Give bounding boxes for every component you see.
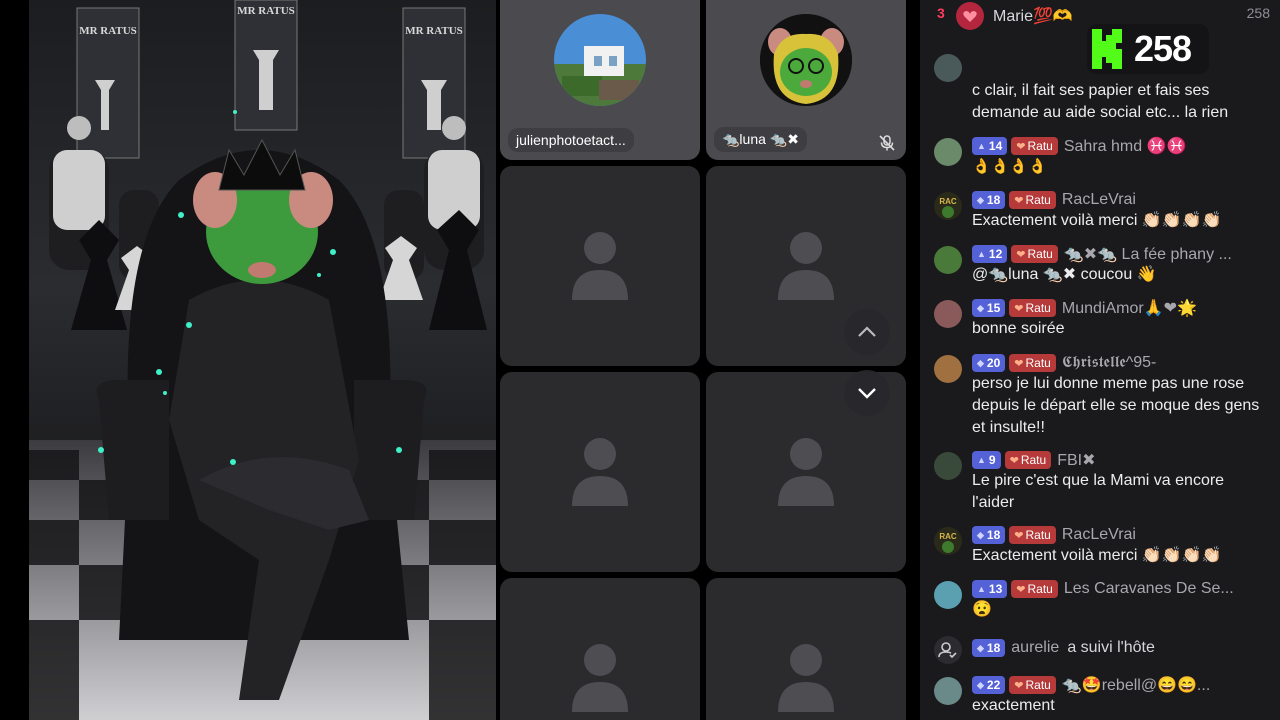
chat-message: RAC ◆ 18 ❤ Ratu RacLeVrai Exactement voilà… bbox=[920, 525, 1280, 573]
follow-avatar bbox=[934, 636, 962, 664]
person-placeholder-icon bbox=[572, 644, 628, 712]
kick-logo-icon bbox=[1092, 29, 1122, 69]
person-placeholder-icon bbox=[572, 438, 628, 506]
user-avatar bbox=[934, 54, 962, 82]
user-avatar: RAC bbox=[934, 527, 962, 555]
scroll-down-button[interactable] bbox=[844, 370, 890, 416]
message-text: Le pire c'est que la Mami va encore l'ai… bbox=[972, 472, 1225, 511]
top-gifter-avatar bbox=[956, 2, 984, 30]
username[interactable]: MundiAmor🙏❤🌟 bbox=[1062, 298, 1197, 318]
username[interactable]: Sahra hmd ♓♓ bbox=[1064, 136, 1187, 156]
user-avatar bbox=[934, 138, 962, 166]
empty-slot[interactable] bbox=[706, 578, 906, 720]
username[interactable]: RacLeVrai bbox=[1062, 526, 1136, 544]
level-badge: ◆ 18 bbox=[972, 526, 1006, 544]
chevron-down-icon bbox=[858, 388, 876, 399]
message-text: Exactement voilà merci 👏🏻👏🏻👏🏻👏🏻 bbox=[972, 212, 1222, 229]
banner-right-text: MR RATUS bbox=[405, 25, 463, 37]
viewer-count: 258 bbox=[1246, 5, 1270, 21]
fan-badge: ❤ Ratu bbox=[1011, 245, 1058, 263]
fan-badge: ❤ Ratu bbox=[1004, 451, 1052, 469]
mic-muted-icon bbox=[879, 135, 895, 151]
fan-badge: ❤ Ratu bbox=[1011, 137, 1058, 155]
username[interactable]: aurelie bbox=[1011, 639, 1059, 657]
level-badge: ◆ 22 bbox=[972, 676, 1006, 694]
banner-center-text: MR RATUS bbox=[237, 5, 295, 17]
guest-tile-luna[interactable]: 🐀luna 🐀✖ bbox=[706, 0, 906, 160]
chat-message: ▲ 9 ❤ Ratu FBI✖ Le pire c'est que la Mami … bbox=[920, 450, 1280, 520]
user-avatar bbox=[934, 300, 962, 328]
username[interactable]: RacLeVrai bbox=[1062, 191, 1136, 209]
fan-badge: ❤ Ratu bbox=[1009, 526, 1056, 544]
host-video-artwork: MR RATUS MR RATUS MR RATUS bbox=[29, 0, 496, 720]
level-badge: ▲ 13 bbox=[972, 580, 1008, 598]
person-placeholder-icon bbox=[778, 232, 834, 300]
level-badge: ▲ 12 bbox=[972, 245, 1008, 263]
empty-slot[interactable] bbox=[500, 166, 700, 366]
message-text: 😧 bbox=[972, 601, 992, 618]
chat-message: RAC ◆ 18 ❤ Ratu RacLeVrai Exactement voilà… bbox=[920, 190, 1280, 238]
person-placeholder-icon bbox=[778, 644, 834, 712]
guest-name-luna: 🐀luna 🐀✖ bbox=[714, 127, 807, 152]
message-text: perso je lui donne meme pas une rose dep… bbox=[972, 375, 1260, 436]
follow-action-text: a suivi l'hôte bbox=[1067, 639, 1155, 656]
username[interactable]: 🐀✖🐀 La fée phany ... bbox=[1064, 244, 1232, 264]
chat-message: ◆ 15 ❤ Ratu MundiAmor🙏❤🌟 bonne soirée bbox=[920, 298, 1280, 346]
top-rank: 3 bbox=[937, 5, 945, 21]
message-text: bonne soirée bbox=[972, 320, 1065, 337]
scroll-up-button[interactable] bbox=[844, 309, 890, 355]
chat-panel[interactable]: 3 Marie💯🫶 258 258 c clair, il fait ses p… bbox=[920, 0, 1280, 720]
empty-slot[interactable] bbox=[500, 578, 700, 720]
empty-slot[interactable] bbox=[500, 372, 700, 572]
level-badge: ▲ 9 bbox=[972, 451, 1001, 469]
svg-text:RAC: RAC bbox=[939, 197, 957, 206]
chat-message: ▲ 12 ❤ Ratu 🐀✖🐀 La fée phany ... @🐀luna 🐀✖… bbox=[920, 244, 1280, 292]
chat-message: ▲ 13 ❤ Ratu Les Caravanes De Se... 😧 bbox=[920, 579, 1280, 627]
user-avatar bbox=[934, 452, 962, 480]
message-text: @🐀luna 🐀✖ coucou 👋 bbox=[972, 266, 1157, 283]
level-badge: ◆ 18 bbox=[972, 191, 1006, 209]
user-follow-icon bbox=[938, 642, 957, 659]
username[interactable]: 🐀🤩rebell@😄😄... bbox=[1062, 675, 1210, 695]
level-badge: ▲ 14 bbox=[972, 137, 1008, 155]
level-badge: ◆ 15 bbox=[972, 299, 1006, 317]
guest-avatar-julien bbox=[554, 14, 646, 106]
guest-tile-julien[interactable]: julienphotoetact... bbox=[500, 0, 700, 160]
message-text: 👌👌👌👌 bbox=[972, 158, 1047, 175]
level-badge: ◆ 18 bbox=[972, 639, 1006, 657]
person-placeholder-icon bbox=[572, 232, 628, 300]
chat-message: ◆ 20 ❤ Ratu 𝕮𝖍𝖗𝖎𝖘𝖙𝖊𝖑𝖑𝖊^95- perso je lui do… bbox=[920, 353, 1280, 443]
user-avatar bbox=[934, 246, 962, 274]
chat-message: ◆ 22 ❤ Ratu 🐀🤩rebell@😄😄... exactement bbox=[920, 675, 1280, 720]
message-text: exactement bbox=[972, 697, 1055, 714]
svg-text:RAC: RAC bbox=[939, 532, 957, 541]
fan-badge: ❤ Ratu bbox=[1009, 191, 1056, 209]
banner-left-text: MR RATUS bbox=[79, 25, 137, 37]
username[interactable]: 𝕮𝖍𝖗𝖎𝖘𝖙𝖊𝖑𝖑𝖊^95- bbox=[1062, 354, 1156, 372]
fan-badge: ❤ Ratu bbox=[1009, 676, 1056, 694]
username[interactable]: FBI✖ bbox=[1057, 450, 1095, 470]
fan-badge: ❤ Ratu bbox=[1009, 299, 1056, 317]
message-text: c clair, il fait ses papier et fais ses … bbox=[972, 82, 1229, 121]
follow-notification: ◆ 18 aurelie a suivi l'hôte bbox=[920, 636, 1280, 664]
message-text: Exactement voilà merci 👏🏻👏🏻👏🏻👏🏻 bbox=[972, 547, 1222, 564]
top-gifter-name: Marie💯🫶 bbox=[993, 8, 1073, 25]
user-avatar bbox=[934, 581, 962, 609]
kick-viewer-count: 258 bbox=[1134, 28, 1192, 69]
guest-name-julien: julienphotoetact... bbox=[508, 128, 634, 152]
chat-message: ▲ 14 ❤ Ratu Sahra hmd ♓♓ 👌👌👌👌 bbox=[920, 136, 1280, 186]
chevron-up-icon bbox=[858, 326, 876, 337]
fan-badge: ❤ Ratu bbox=[1011, 580, 1058, 598]
guest-avatar-luna bbox=[760, 14, 852, 106]
level-badge: ◆ 20 bbox=[972, 354, 1006, 372]
user-avatar: RAC bbox=[934, 192, 962, 220]
kick-viewer-badge: 258 bbox=[1087, 24, 1209, 74]
user-avatar bbox=[934, 677, 962, 705]
username[interactable]: Les Caravanes De Se... bbox=[1064, 580, 1234, 598]
user-avatar bbox=[934, 355, 962, 383]
person-placeholder-icon bbox=[778, 438, 834, 506]
fan-badge: ❤ Ratu bbox=[1009, 354, 1056, 372]
chat-message: c clair, il fait ses papier et fais ses … bbox=[920, 54, 1280, 124]
host-video[interactable]: MR RATUS MR RATUS MR RATUS bbox=[29, 0, 496, 720]
